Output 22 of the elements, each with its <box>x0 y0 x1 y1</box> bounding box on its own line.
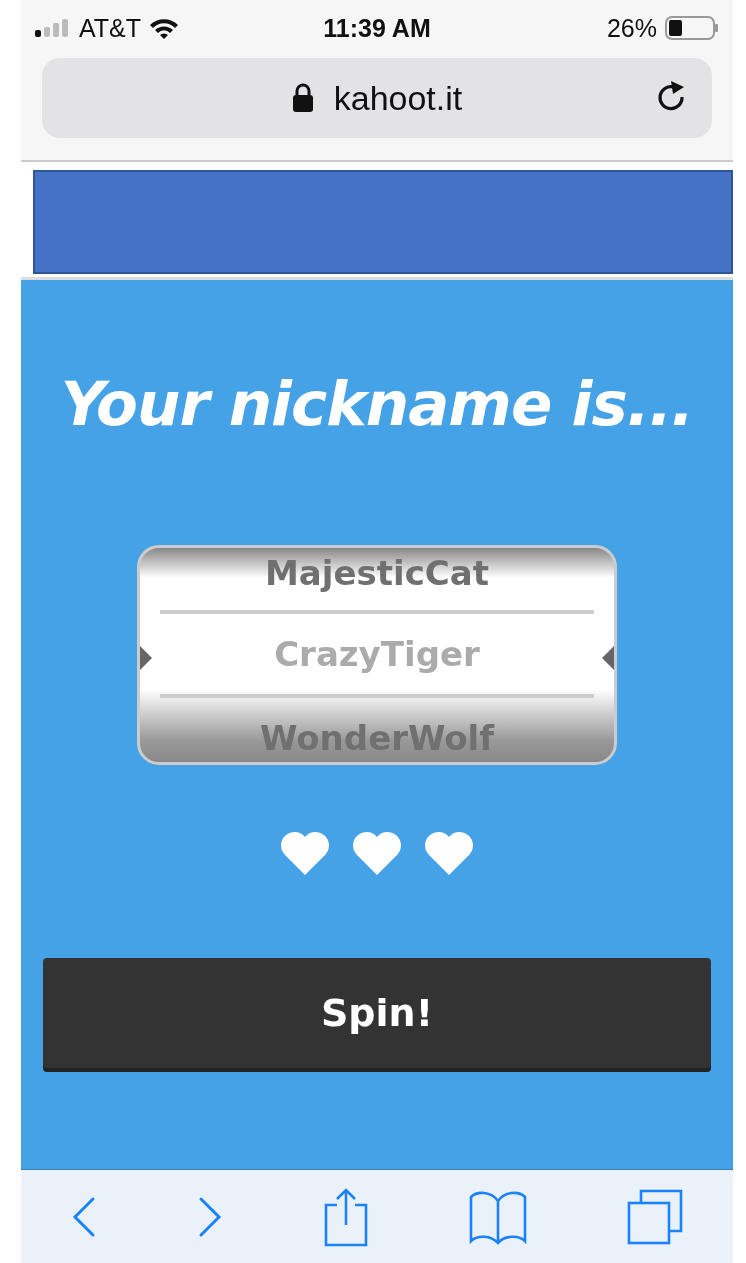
nickname-picker[interactable]: MajesticCat CrazyTiger WonderWolf <box>137 545 617 765</box>
nickname-option[interactable]: CrazyTiger <box>274 633 480 675</box>
forward-icon[interactable] <box>197 1195 223 1238</box>
nickname-option[interactable]: MajesticCat <box>265 552 489 594</box>
wifi-icon <box>149 17 180 39</box>
back-icon[interactable] <box>71 1195 97 1238</box>
lock-icon <box>291 83 314 113</box>
pointer-icon <box>140 646 152 670</box>
battery-percent: 26% <box>606 13 657 43</box>
battery-icon <box>665 16 719 40</box>
share-icon[interactable] <box>323 1186 369 1247</box>
clock-time: 11:39 AM <box>323 13 431 43</box>
tabs-icon[interactable] <box>627 1188 683 1245</box>
carrier-name: AT&T <box>79 13 142 43</box>
heart-icon <box>424 831 474 875</box>
heart-icon <box>280 831 330 875</box>
pointer-icon <box>602 646 614 670</box>
address-bar[interactable]: kahoot.it <box>42 58 712 138</box>
url-text: kahoot.it <box>333 78 463 118</box>
heart-icon <box>352 831 402 875</box>
signal-icon <box>35 19 71 37</box>
page-title: Your nickname is... <box>60 368 694 439</box>
